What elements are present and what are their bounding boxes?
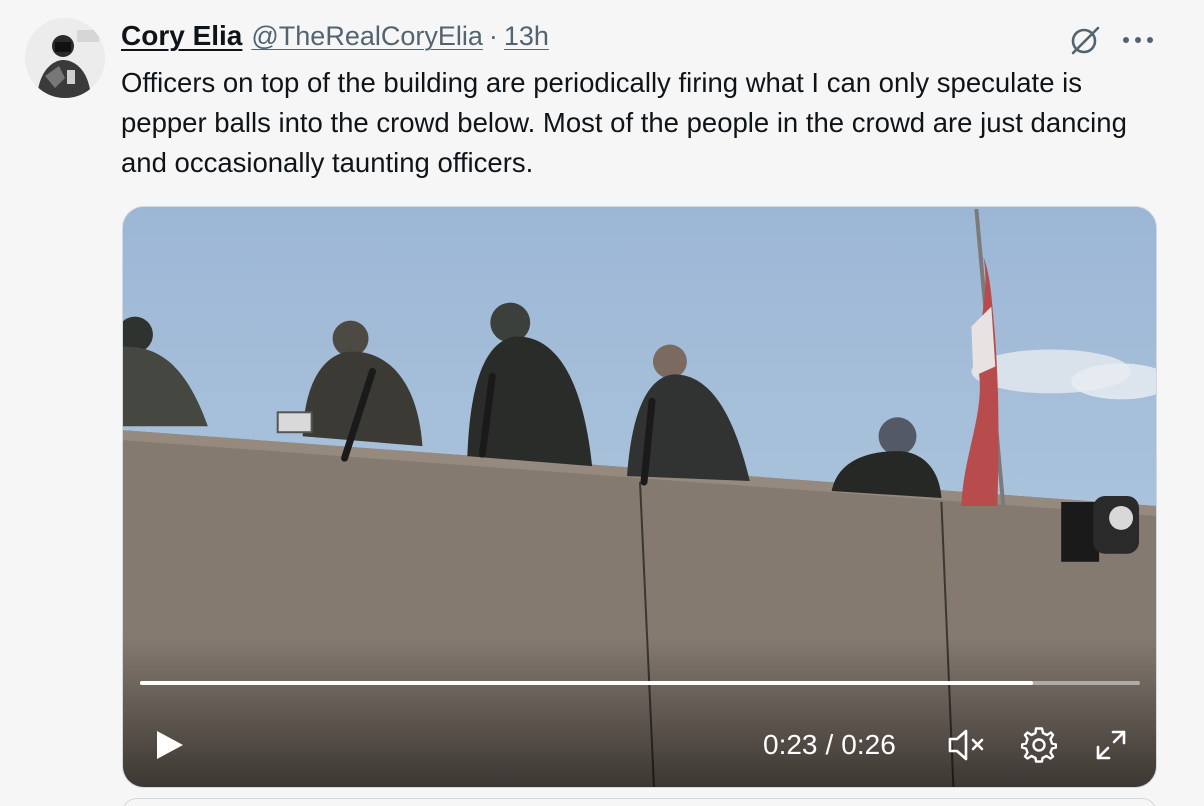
tweet-header: Cory Elia @TheRealCoryElia · 13h <box>121 20 549 56</box>
settings-button[interactable] <box>1017 723 1061 767</box>
play-button[interactable] <box>147 723 191 767</box>
video-timecode: 0:23 / 0:26 <box>763 725 896 765</box>
more-button[interactable] <box>1118 20 1158 60</box>
mute-icon <box>948 729 984 761</box>
avatar[interactable] <box>25 18 105 98</box>
tweet-timestamp[interactable]: 13h <box>504 21 549 52</box>
grok-icon <box>1071 26 1100 55</box>
author-handle[interactable]: @TheRealCoryElia <box>251 21 483 52</box>
tweet-text: Officers on top of the building are peri… <box>121 67 1127 178</box>
more-horizontal-icon <box>1123 37 1153 43</box>
video-progress-fill <box>140 681 1033 685</box>
fullscreen-button[interactable] <box>1089 723 1133 767</box>
play-icon <box>157 731 183 759</box>
author-name[interactable]: Cory Elia <box>121 20 242 52</box>
grok-button[interactable] <box>1065 20 1105 60</box>
video-player[interactable]: 0:23 / 0:26 <box>122 206 1157 788</box>
next-card-edge <box>122 798 1157 806</box>
header-separator: · <box>488 21 498 51</box>
settings-icon <box>1021 727 1057 763</box>
profile-photo <box>25 18 105 98</box>
video-progress-bar[interactable] <box>140 681 1140 685</box>
controls-gradient <box>123 637 1156 787</box>
fullscreen-icon <box>1096 730 1126 760</box>
time-separator: / <box>825 729 834 760</box>
duration: 0:26 <box>841 729 896 760</box>
current-time: 0:23 <box>763 729 818 760</box>
mute-button[interactable] <box>945 723 989 767</box>
